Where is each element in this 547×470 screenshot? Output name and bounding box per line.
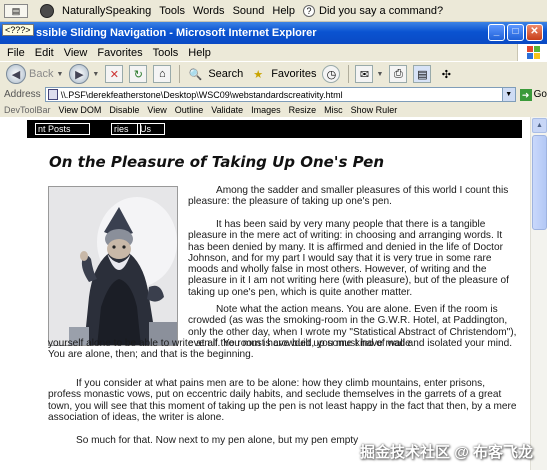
page-viewport: nt Posts ries Us On the Pleasure of Taki… bbox=[0, 117, 547, 470]
menu-tools[interactable]: Tools bbox=[153, 47, 179, 59]
search-button[interactable]: Search bbox=[208, 68, 243, 80]
dev-images[interactable]: Images bbox=[251, 105, 281, 115]
messenger-icon[interactable]: ✣ bbox=[437, 65, 455, 83]
paragraph-4-text: If you consider at what pains men are to… bbox=[48, 378, 517, 423]
forward-arrow-icon[interactable]: ▶ bbox=[69, 64, 90, 84]
site-navigation: nt Posts ries Us bbox=[27, 120, 522, 138]
go-label: Go bbox=[533, 89, 547, 100]
devtoolbar-label: DevToolBar bbox=[4, 105, 51, 115]
vertical-scrollbar[interactable]: ▲ bbox=[530, 117, 547, 470]
paragraph-4: If you consider at what pains men are to… bbox=[48, 378, 520, 423]
menu-edit[interactable]: Edit bbox=[35, 47, 54, 59]
address-label: Address bbox=[4, 89, 41, 100]
paragraph-2: It has been said by very many people tha… bbox=[188, 219, 520, 298]
dev-validate[interactable]: Validate bbox=[211, 105, 243, 115]
dev-outline[interactable]: Outline bbox=[175, 105, 204, 115]
paragraph-5-text: So much for that. Now next to my pen alo… bbox=[76, 435, 359, 446]
maximize-button[interactable]: □ bbox=[507, 24, 524, 41]
microphone-icon[interactable] bbox=[40, 3, 54, 18]
page-icon bbox=[47, 89, 58, 100]
home-icon[interactable]: ⌂ bbox=[153, 65, 172, 83]
stop-icon[interactable]: ✕ bbox=[105, 65, 124, 83]
mail-icon[interactable]: ✉ bbox=[355, 65, 374, 83]
page-title: On the Pleasure of Taking Up One's Pen bbox=[49, 153, 385, 171]
naturallyspeaking-bar: ▤ NaturallySpeaking Tools Words Sound He… bbox=[0, 0, 547, 22]
minimize-button[interactable]: _ bbox=[488, 24, 505, 41]
help-icon[interactable]: ? bbox=[303, 4, 315, 17]
ns-menu-tools[interactable]: Tools bbox=[159, 5, 185, 17]
dev-misc[interactable]: Misc bbox=[324, 105, 343, 115]
menu-file[interactable]: File bbox=[7, 47, 25, 59]
watermark-text: 掘金技术社区 @ 布客飞龙 bbox=[360, 444, 533, 461]
favorites-star-icon[interactable]: ★ bbox=[249, 65, 267, 83]
address-value: \\.PSF\derekfeatherstone\Desktop\WSC09\w… bbox=[60, 89, 343, 100]
dev-view-dom[interactable]: View DOM bbox=[59, 105, 102, 115]
go-button[interactable]: ➜ Go bbox=[519, 88, 547, 101]
dev-resize[interactable]: Resize bbox=[289, 105, 317, 115]
search-icon[interactable]: 🔍 bbox=[186, 65, 204, 83]
go-arrow-icon: ➜ bbox=[519, 88, 532, 101]
menu-favorites[interactable]: Favorites bbox=[97, 47, 142, 59]
scroll-thumb[interactable] bbox=[532, 135, 547, 230]
dev-view[interactable]: View bbox=[147, 105, 166, 115]
scroll-up-arrow-icon[interactable]: ▲ bbox=[532, 118, 547, 133]
title-tag-tooltip: <???> bbox=[2, 24, 34, 36]
paragraph-3b-text: yourself alone to be able to write at al… bbox=[48, 338, 513, 361]
back-dropdown-icon[interactable]: ▼ bbox=[56, 71, 63, 78]
window-title-bar[interactable]: <???> ssible Sliding Navigation - Micros… bbox=[0, 22, 547, 44]
favorites-button[interactable]: Favorites bbox=[271, 68, 316, 80]
address-dropdown-icon[interactable]: ▼ bbox=[501, 88, 515, 101]
back-button-label[interactable]: Back bbox=[29, 68, 53, 80]
ns-app-name[interactable]: NaturallySpeaking bbox=[62, 5, 151, 17]
menu-bar: File Edit View Favorites Tools Help bbox=[0, 44, 547, 61]
paragraph-1: Among the sadder and smaller pleasures o… bbox=[188, 185, 520, 208]
mail-dropdown-icon[interactable]: ▼ bbox=[376, 71, 383, 78]
print-icon[interactable]: ⎙ bbox=[389, 65, 408, 83]
paragraph-2-text: It has been said by very many people tha… bbox=[188, 219, 509, 298]
address-bar: Address \\.PSF\derekfeatherstone\Desktop… bbox=[0, 86, 547, 103]
dev-toolbar: DevToolBar View DOM Disable View Outline… bbox=[0, 103, 547, 117]
windows-logo-icon bbox=[517, 44, 547, 61]
menu-view[interactable]: View bbox=[64, 47, 88, 59]
dev-disable[interactable]: Disable bbox=[109, 105, 139, 115]
paragraph-1-text: Among the sadder and smaller pleasures o… bbox=[188, 185, 509, 208]
nav-tab-recent-posts[interactable]: nt Posts bbox=[35, 123, 90, 135]
forward-dropdown-icon[interactable]: ▼ bbox=[92, 71, 99, 78]
standard-toolbar: ◀ Back ▼ ▶ ▼ ✕ ↻ ⌂ 🔍 Search ★ Favorites … bbox=[0, 61, 547, 86]
wizard-figurine-image bbox=[49, 187, 177, 345]
edit-page-icon[interactable]: ▤ bbox=[413, 65, 432, 83]
window-title: ssible Sliding Navigation - Microsoft In… bbox=[36, 27, 317, 39]
toolbar-separator bbox=[179, 65, 181, 83]
ns-drag-handle[interactable]: ▤ bbox=[4, 3, 28, 18]
ns-status-text: Did you say a command? bbox=[319, 4, 444, 17]
ns-menu-words[interactable]: Words bbox=[193, 5, 225, 17]
address-input[interactable]: \\.PSF\derekfeatherstone\Desktop\WSC09\w… bbox=[44, 87, 516, 102]
nav-tab-about-us[interactable]: Us bbox=[137, 123, 165, 135]
ns-menu-help[interactable]: Help bbox=[272, 5, 295, 17]
back-arrow-icon[interactable]: ◀ bbox=[6, 64, 26, 84]
dev-show-ruler[interactable]: Show Ruler bbox=[351, 105, 398, 115]
toolbar-separator bbox=[348, 65, 350, 83]
paragraph-3-continued: yourself alone to be able to write at al… bbox=[48, 338, 520, 361]
wizard-figurine-photo bbox=[48, 186, 178, 346]
ns-menu-sound[interactable]: Sound bbox=[233, 5, 265, 17]
refresh-icon[interactable]: ↻ bbox=[129, 65, 148, 83]
history-icon[interactable]: ◷ bbox=[322, 65, 341, 83]
menu-help[interactable]: Help bbox=[188, 47, 211, 59]
close-button[interactable]: ✕ bbox=[526, 24, 543, 41]
